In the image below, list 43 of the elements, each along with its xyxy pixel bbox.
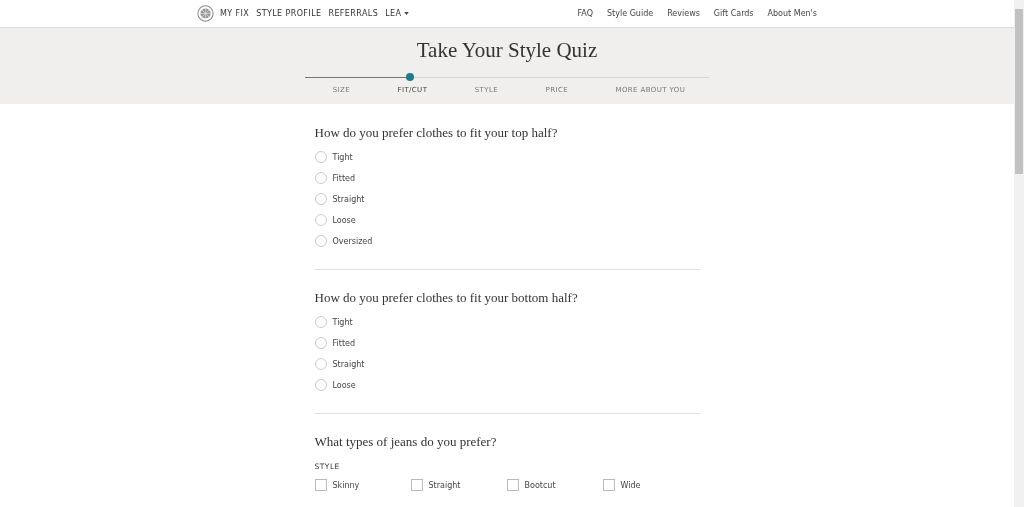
option-label[interactable]: Straight	[428, 480, 461, 490]
scrollbar-thumb[interactable]	[1015, 9, 1023, 174]
radio-button[interactable]	[314, 235, 327, 247]
question-text: What types of jeans do you prefer?	[314, 434, 498, 450]
checkbox[interactable]	[314, 479, 327, 491]
nav-link[interactable]: Gift Cards	[713, 9, 754, 18]
radio-button[interactable]	[314, 151, 327, 163]
radio-button[interactable]	[314, 214, 327, 226]
account-menu[interactable]: LEA	[385, 9, 410, 18]
scrollbar[interactable]	[1014, 0, 1024, 507]
option-label[interactable]: Wide	[620, 480, 641, 490]
nav-link[interactable]: REFERRALS	[328, 9, 379, 18]
option-label[interactable]: Straight	[332, 359, 365, 369]
option-label[interactable]: Skinny	[332, 480, 360, 490]
option-label[interactable]: Fitted	[332, 173, 355, 183]
nav-link[interactable]: About Men's	[767, 9, 817, 18]
option-label[interactable]: Bootcut	[524, 480, 556, 490]
option-label[interactable]: Loose	[332, 215, 356, 225]
nav-link[interactable]: STYLE PROFILE	[256, 9, 322, 18]
checkbox[interactable]	[410, 479, 423, 491]
nav-link[interactable]: MY FIX	[220, 9, 250, 18]
option-label[interactable]: Loose	[332, 380, 356, 390]
checkbox[interactable]	[602, 479, 615, 491]
option-label[interactable]: Straight	[332, 194, 365, 204]
page-title: Take Your Style Quiz	[416, 38, 598, 64]
radio-button[interactable]	[314, 358, 327, 370]
radio-button[interactable]	[314, 193, 327, 205]
radio-button[interactable]	[314, 337, 327, 349]
nav-link[interactable]: Reviews	[667, 9, 700, 18]
checkbox[interactable]	[506, 479, 519, 491]
option-label[interactable]: Oversized	[332, 236, 373, 246]
radio-button[interactable]	[314, 316, 327, 328]
nav-link[interactable]: FAQ	[577, 9, 593, 18]
question-text: How do you prefer clothes to fit your top half?	[314, 125, 559, 141]
option-label[interactable]: Tight	[332, 317, 353, 327]
option-label[interactable]: Fitted	[332, 338, 355, 348]
caret-icon	[404, 12, 410, 15]
radio-button[interactable]	[314, 379, 327, 391]
nav-link[interactable]: Style Guide	[607, 9, 654, 18]
option-label[interactable]: Tight	[332, 152, 353, 162]
question-text: How do you prefer clothes to fit your bottom half?	[314, 290, 579, 306]
radio-button[interactable]	[314, 172, 327, 184]
logo-icon[interactable]	[197, 5, 214, 22]
